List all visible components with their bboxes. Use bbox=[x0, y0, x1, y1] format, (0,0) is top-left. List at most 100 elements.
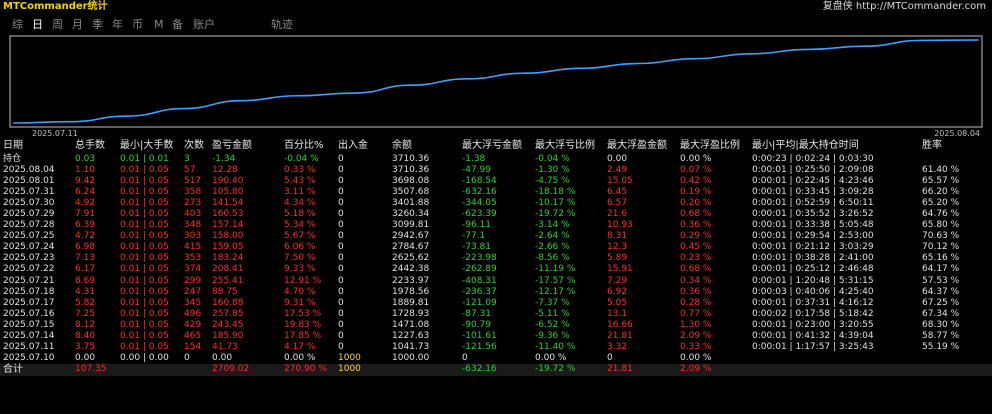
row-deposit: 0 bbox=[338, 319, 344, 330]
row-count: 358 bbox=[184, 187, 202, 198]
tab-5[interactable]: 年 bbox=[112, 16, 123, 34]
tab-8[interactable]: 备 bbox=[172, 16, 183, 34]
table-row[interactable]: 2025.07.30 4.92 0.01 | 0.05 273 141.54 4.34 %… bbox=[0, 198, 992, 209]
row-hold-time: 0:00:01 | 0:52:59 | 6:50:11 bbox=[752, 198, 874, 209]
total-row: 合计 107.35 2709.02 270.90 % 1000 -632.16 -19.72… bbox=[0, 363, 992, 376]
table-row[interactable]: 2025.07.23 7.13 0.01 | 0.05 353 183.24 7.50 %… bbox=[0, 253, 992, 264]
row-balance: 1227.63 bbox=[392, 330, 430, 341]
row-lots: 8.69 bbox=[75, 275, 96, 286]
row-pct: 4.34 % bbox=[284, 198, 316, 209]
total-lots: 107.35 bbox=[75, 363, 107, 374]
row-max-dd-pct: -10.17 % bbox=[535, 198, 576, 209]
table-row[interactable]: 2025.07.17 5.82 0.01 | 0.05 345 160.88 9.31 %… bbox=[0, 298, 992, 309]
row-max-fp-pct: 0.20 % bbox=[680, 198, 712, 209]
tab-3[interactable]: 月 bbox=[72, 16, 83, 34]
row-max-dd-pct: -7.37 % bbox=[535, 297, 570, 308]
tab-4[interactable]: 季 bbox=[92, 16, 103, 34]
table-row[interactable]: 2025.08.04 1.10 0.01 | 0.05 57 12.28 0.33 % 0 3… bbox=[0, 165, 992, 176]
row-pnl: 41.73 bbox=[212, 341, 238, 352]
row-minmax: 0.01 | 0.05 bbox=[120, 220, 169, 231]
column-header: 胜率 bbox=[922, 140, 942, 151]
row-max-fp: 2.49 bbox=[607, 165, 628, 176]
table-row[interactable]: 2025.07.14 8.40 0.01 | 0.05 465 185.90 17.85 … bbox=[0, 331, 992, 342]
column-header: 盈亏金额 bbox=[212, 140, 252, 151]
row-max-dd: -73.81 bbox=[462, 242, 492, 253]
row-lots: 7.25 bbox=[75, 308, 96, 319]
row-lots: 1.10 bbox=[75, 165, 96, 176]
table-row[interactable]: 2025.07.21 8.69 0.01 | 0.05 299 255.41 12.91 … bbox=[0, 276, 992, 287]
table-row[interactable]: 2025.07.28 6.39 0.01 | 0.05 348 157.14 5.34 %… bbox=[0, 220, 992, 231]
row-deposit: 0 bbox=[338, 253, 344, 264]
table-row[interactable]: 2025.07.22 6.17 0.01 | 0.05 374 208.41 9.33 %… bbox=[0, 264, 992, 275]
row-count: 348 bbox=[184, 220, 202, 231]
row-date: 2025.08.01 bbox=[3, 176, 55, 187]
row-win-rate: 65.57 % bbox=[922, 176, 960, 187]
row-count: 415 bbox=[184, 242, 202, 253]
table-row[interactable]: 2025.07.29 7.91 0.01 | 0.05 403 160.53 5.18 %… bbox=[0, 209, 992, 220]
row-pnl: 105.80 bbox=[212, 187, 244, 198]
row-minmax: 0.01 | 0.05 bbox=[120, 286, 169, 297]
column-header: 日期 bbox=[3, 140, 23, 151]
row-max-dd: -77.1 bbox=[462, 231, 486, 242]
table-row[interactable]: 2025.07.25 4.72 0.01 | 0.05 303 158.00 5.67 %… bbox=[0, 231, 992, 242]
table-row[interactable]: 2025.07.18 4.31 0.01 | 0.05 247 88.75 4.70 % 0… bbox=[0, 287, 992, 298]
row-win-rate: 65.16 % bbox=[922, 253, 960, 264]
row-max-dd-pct: -1.30 % bbox=[535, 165, 570, 176]
column-header: 最小|平均|最大持仓时间 bbox=[752, 140, 859, 151]
table-row[interactable]: 2025.07.24 6.98 0.01 | 0.05 415 159.05 6.06 %… bbox=[0, 242, 992, 253]
row-date: 2025.07.11 bbox=[3, 341, 55, 352]
row-minmax: 0.01 | 0.05 bbox=[120, 297, 169, 308]
row-max-dd-pct: -2.64 % bbox=[535, 231, 570, 242]
row-lots: 0.00 bbox=[75, 352, 96, 363]
table-row[interactable]: 2025.07.10 0.00 0.00 | 0.00 0 0.00 0.00 % 1000… bbox=[0, 353, 992, 364]
holding-pnl: -1.34 bbox=[212, 154, 236, 164]
row-minmax: 0.01 | 0.05 bbox=[120, 242, 169, 253]
row-max-dd-pct: 0.00 % bbox=[535, 352, 567, 363]
row-pnl: 208.41 bbox=[212, 264, 244, 275]
row-max-dd: -344.05 bbox=[462, 198, 497, 209]
row-max-dd-pct: -2.66 % bbox=[535, 242, 570, 253]
row-date: 2025.07.21 bbox=[3, 275, 55, 286]
table-row[interactable]: 2025.07.15 8.12 0.01 | 0.05 429 243.45 19.83 … bbox=[0, 320, 992, 331]
equity-line bbox=[13, 39, 979, 124]
row-minmax: 0.01 | 0.05 bbox=[120, 341, 169, 352]
x-start-label: 2025.07.11 bbox=[32, 129, 78, 138]
tab-2[interactable]: 周 bbox=[52, 16, 63, 34]
tab-6[interactable]: 币 bbox=[132, 16, 143, 34]
row-lots: 7.13 bbox=[75, 253, 96, 264]
table-row[interactable]: 2025.07.31 6.24 0.01 | 0.05 358 105.80 3.11 %… bbox=[0, 187, 992, 198]
tab-1[interactable]: 日 bbox=[32, 16, 43, 34]
row-deposit: 0 bbox=[338, 275, 344, 286]
total-deposit: 1000 bbox=[338, 363, 361, 374]
row-hold-time: 0:00:01 | 0:29:54 | 2:53:00 bbox=[752, 231, 874, 242]
row-pnl: 190.40 bbox=[212, 176, 244, 187]
row-hold-time: 0:00:01 | 0:41:32 | 4:39:04 bbox=[752, 330, 874, 341]
holding-minmax: 0.01 | 0.01 bbox=[120, 154, 169, 164]
row-lots: 6.98 bbox=[75, 242, 96, 253]
row-max-fp-pct: 2.09 % bbox=[680, 330, 712, 341]
tab-0[interactable]: 综 bbox=[12, 16, 23, 34]
row-count: 273 bbox=[184, 198, 202, 209]
row-hold-time: 0:00:01 | 1:17:57 | 3:25:43 bbox=[752, 341, 874, 352]
row-max-fp-pct: 0.68 % bbox=[680, 264, 712, 275]
row-lots: 8.40 bbox=[75, 330, 96, 341]
tab-9[interactable]: 账户 bbox=[193, 16, 215, 34]
row-pct: 17.53 % bbox=[284, 308, 322, 319]
table-row[interactable]: 2025.07.16 7.25 0.01 | 0.05 496 257.85 17.53 … bbox=[0, 309, 992, 320]
brand-link[interactable]: 复盘侠 http://MTCommander.com bbox=[823, 0, 986, 14]
row-pnl: 141.54 bbox=[212, 198, 244, 209]
tab-10[interactable]: 轨迹 bbox=[271, 16, 293, 34]
row-max-fp-pct: 0.45 % bbox=[680, 242, 712, 253]
row-balance: 3507.68 bbox=[392, 187, 430, 198]
row-lots: 6.17 bbox=[75, 264, 96, 275]
total-max-fp-pct: 2.09 % bbox=[680, 363, 712, 374]
row-balance: 2625.62 bbox=[392, 253, 430, 264]
table-row[interactable]: 2025.07.11 3.75 0.01 | 0.05 154 41.73 4.17 % 0… bbox=[0, 342, 992, 353]
tab-7[interactable]: M bbox=[154, 16, 164, 34]
table-row[interactable]: 2025.08.01 9.42 0.01 | 0.05 517 190.40 5.43 %… bbox=[0, 176, 992, 187]
row-max-dd: -121.56 bbox=[462, 341, 497, 352]
equity-point bbox=[977, 39, 979, 41]
app-title: MTCommander统计 bbox=[3, 1, 108, 12]
total-pct: 270.90 % bbox=[284, 363, 327, 374]
row-max-dd: -168.54 bbox=[462, 176, 497, 187]
